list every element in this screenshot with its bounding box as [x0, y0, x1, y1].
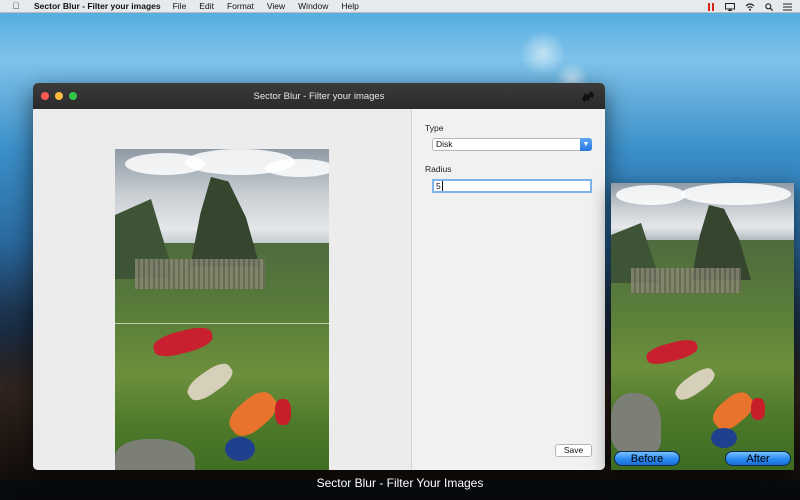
apple-icon[interactable]:  — [10, 1, 22, 11]
wifi-icon[interactable] — [745, 2, 755, 11]
menu-window[interactable]: Window — [298, 1, 328, 11]
window-title: Sector Blur - Filter your images — [253, 90, 385, 102]
image-cloud — [681, 183, 791, 205]
search-icon[interactable] — [765, 2, 773, 11]
filtered-image — [611, 183, 794, 470]
window-controls — [41, 92, 77, 100]
image-person — [751, 398, 765, 420]
save-button[interactable]: Save — [555, 444, 592, 457]
menu-bar:  Sector Blur - Filter your images File … — [0, 0, 800, 13]
image-cloud — [265, 159, 329, 177]
controls-pane: Type Disk ▼ Radius 5 Save — [411, 109, 605, 470]
menu-status-area — [708, 0, 792, 13]
image-person — [225, 437, 255, 461]
menu-file[interactable]: File — [173, 1, 187, 11]
minimize-button[interactable] — [55, 92, 63, 100]
image-person — [275, 399, 291, 425]
chevron-down-icon[interactable]: ▼ — [580, 138, 592, 151]
maximize-button[interactable] — [69, 92, 77, 100]
promo-caption: Sector Blur - Filter Your Images — [316, 476, 484, 490]
image-rock — [611, 393, 661, 453]
app-logo-icon — [582, 91, 594, 102]
main-window: Sector Blur - Filter your images Type Di… — [33, 83, 605, 470]
image-ruins — [135, 259, 265, 289]
menu-edit[interactable]: Edit — [199, 1, 214, 11]
image-canvas-pane — [33, 109, 411, 470]
radius-label: Radius — [425, 164, 452, 174]
before-button[interactable]: Before — [614, 451, 680, 466]
image-cloud — [616, 185, 686, 205]
after-button[interactable]: After — [725, 451, 791, 466]
text-cursor — [441, 181, 443, 191]
window-titlebar[interactable]: Sector Blur - Filter your images — [33, 83, 605, 109]
airplay-icon[interactable] — [725, 2, 735, 11]
after-preview-panel: Before After — [611, 183, 794, 470]
image-person — [711, 428, 737, 448]
menu-help[interactable]: Help — [341, 1, 358, 11]
type-select-value: Disk — [436, 139, 453, 149]
source-image[interactable] — [115, 149, 329, 470]
radius-input[interactable]: 5 — [432, 179, 592, 193]
list-icon[interactable] — [783, 3, 792, 11]
close-button[interactable] — [41, 92, 49, 100]
pause-icon[interactable] — [708, 2, 715, 11]
type-label: Type — [425, 123, 444, 133]
menu-view[interactable]: View — [267, 1, 285, 11]
menu-format[interactable]: Format — [227, 1, 254, 11]
image-ruins — [631, 268, 741, 293]
radius-input-value: 5 — [436, 181, 441, 191]
menu-app-name[interactable]: Sector Blur - Filter your images — [34, 1, 161, 11]
blur-sector-line — [115, 323, 329, 324]
type-select[interactable]: Disk ▼ — [432, 138, 592, 151]
